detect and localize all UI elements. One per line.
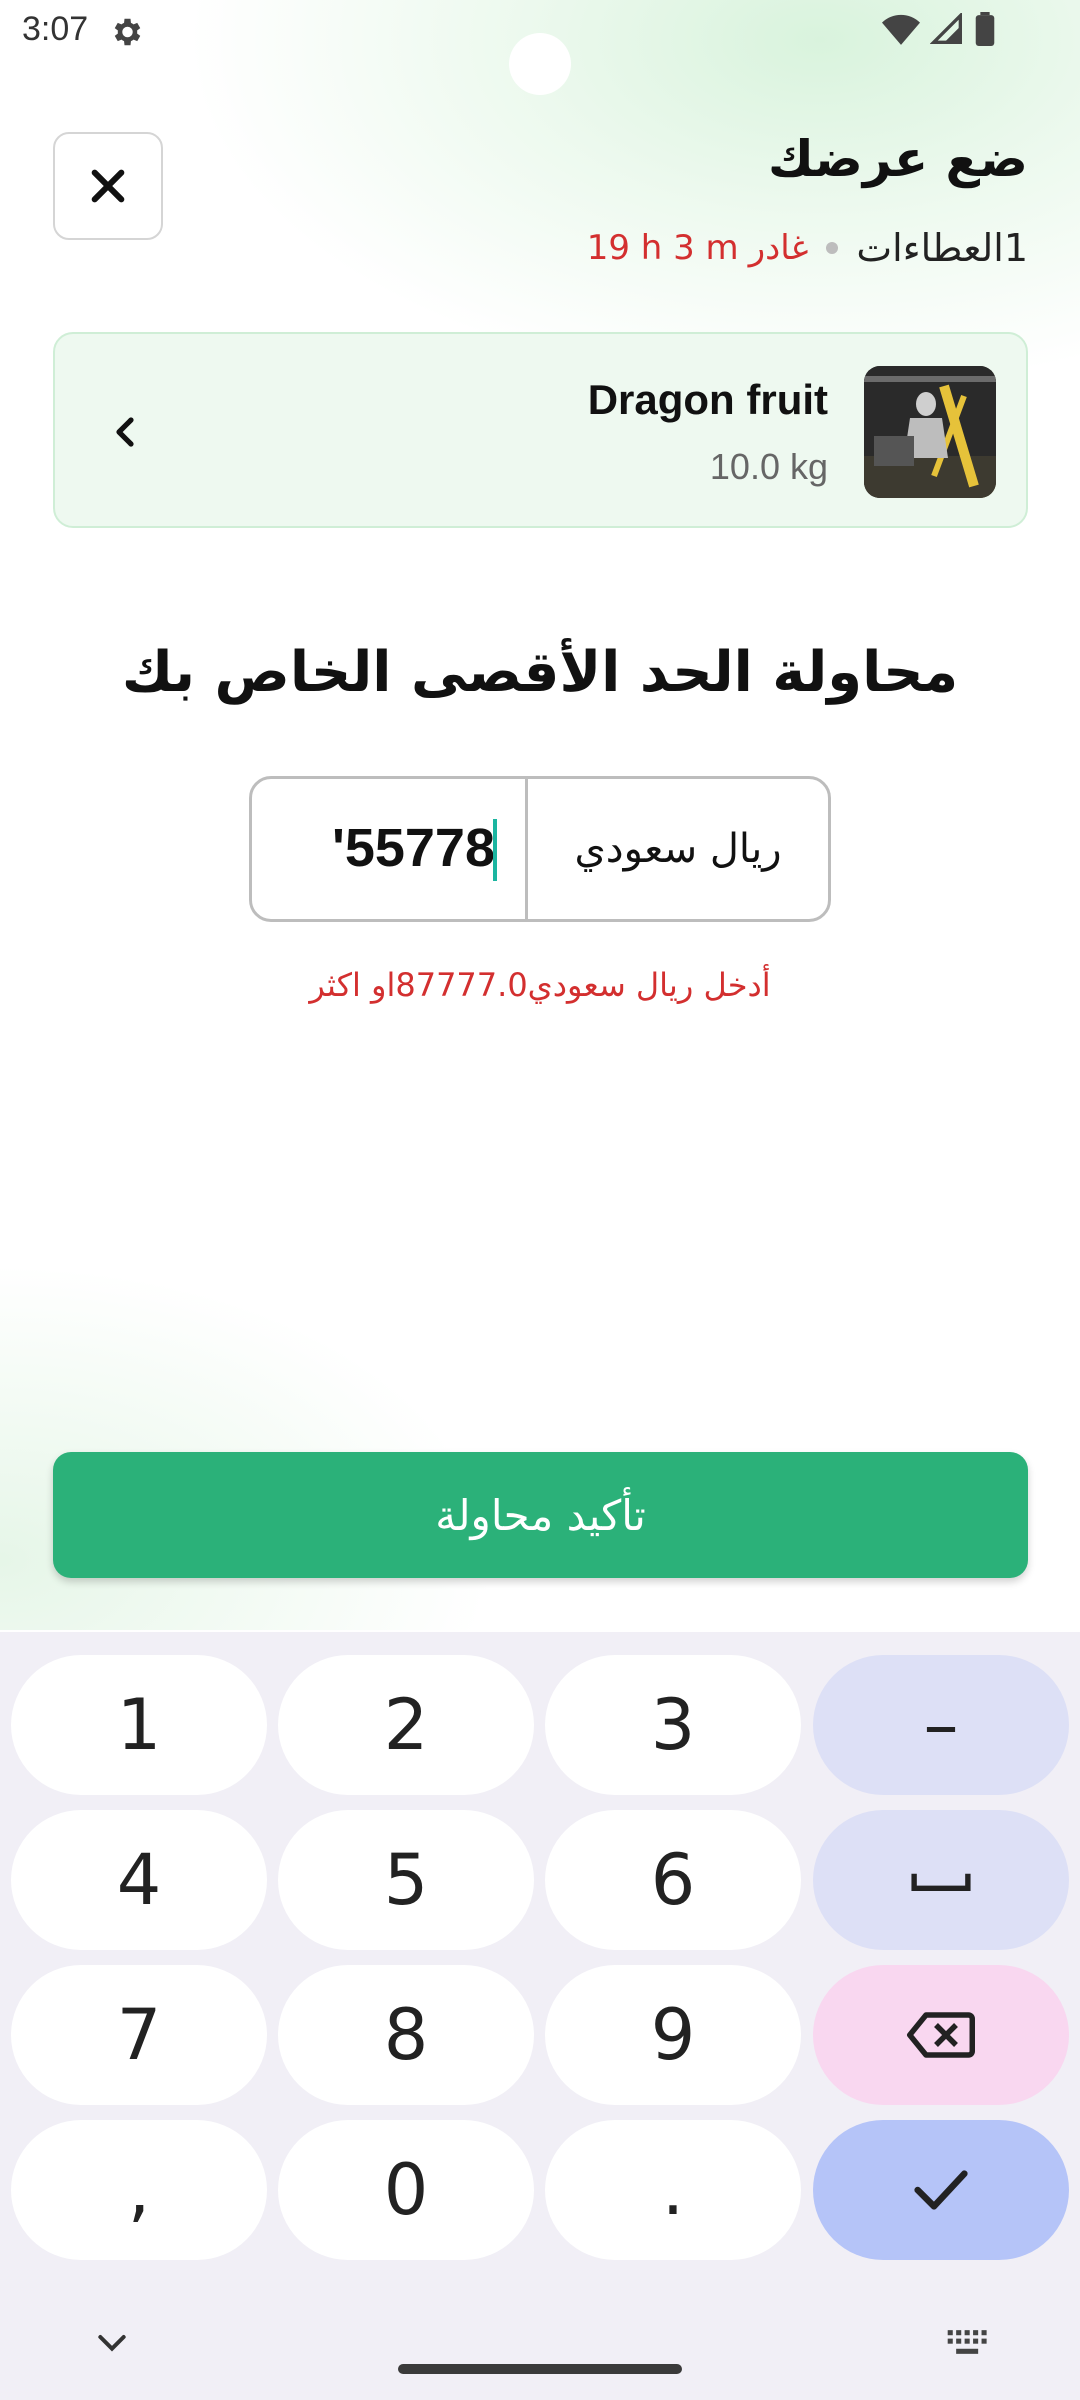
wifi-icon <box>882 14 920 45</box>
battery-icon <box>975 12 995 46</box>
confirm-bid-button[interactable]: تأكيد محاولة <box>53 1452 1028 1578</box>
key-done[interactable] <box>813 2120 1069 2260</box>
checkmark-icon <box>914 2170 968 2210</box>
product-card[interactable]: Dragon fruit 10.0 kg <box>53 332 1028 528</box>
bids-label: العطاءات <box>856 226 1004 270</box>
bids-count: 1 <box>1003 226 1028 270</box>
separator-dot <box>826 242 839 254</box>
key-period[interactable]: . <box>545 2120 801 2260</box>
camera-cutout <box>509 33 571 95</box>
key-5[interactable]: 5 <box>278 1810 534 1950</box>
bid-input-group: '55778 ريال سعودي <box>249 776 831 922</box>
chevron-down-icon[interactable] <box>92 2322 132 2362</box>
status-time: 3:07 <box>22 10 89 48</box>
text-caret <box>493 819 497 881</box>
status-bar: 3:07 <box>0 0 1080 95</box>
signal-icon <box>930 13 962 44</box>
chevron-left-icon[interactable] <box>95 402 155 462</box>
key-2[interactable]: 2 <box>278 1655 534 1795</box>
time-left-value: 19 h 3 m <box>586 228 739 268</box>
key-1[interactable]: 1 <box>11 1655 267 1795</box>
key-8[interactable]: 8 <box>278 1965 534 2105</box>
bid-heading: محاولة الحد الأقصى الخاص بك <box>121 640 959 705</box>
settings-gear-icon <box>114 18 141 46</box>
keyboard-icon[interactable] <box>946 2322 990 2362</box>
key-3[interactable]: 3 <box>545 1655 801 1795</box>
leaves-label: غادر <box>748 228 809 268</box>
bids-info: 1العطاءات <box>856 226 1028 270</box>
key-comma[interactable]: , <box>11 2120 267 2260</box>
time-left: غادر 19 h 3 m <box>587 228 809 268</box>
key-minus[interactable]: – <box>813 1655 1069 1795</box>
product-weight: 10.0 kg <box>709 446 828 487</box>
close-button[interactable] <box>53 132 163 240</box>
key-7[interactable]: 7 <box>11 1965 267 2105</box>
key-6[interactable]: 6 <box>545 1810 801 1950</box>
page-title: ضع عرضك <box>767 130 1028 188</box>
key-backspace[interactable] <box>813 1965 1069 2105</box>
backspace-icon <box>907 2012 975 2058</box>
home-indicator[interactable] <box>398 2364 682 2374</box>
close-icon <box>91 169 125 203</box>
currency-label: ريال سعودي <box>574 826 782 872</box>
numeric-keyboard: 1 2 3 – 4 5 6 7 8 9 , 0 . <box>0 1632 1080 2400</box>
product-image <box>864 366 996 498</box>
product-thumbnail <box>864 366 996 498</box>
key-9[interactable]: 9 <box>545 1965 801 2105</box>
space-icon <box>911 1873 971 1891</box>
bid-amount-value: '55778 <box>331 818 495 878</box>
bid-error-message: أدخل ريال سعودي87777.0او اكثر <box>309 966 771 1004</box>
auction-info-row: 1العطاءات غادر 19 h 3 m <box>587 226 1028 270</box>
key-4[interactable]: 4 <box>11 1810 267 1950</box>
key-0[interactable]: 0 <box>278 2120 534 2260</box>
key-space[interactable] <box>813 1810 1069 1950</box>
bid-amount-input[interactable]: '55778 <box>252 779 528 919</box>
product-name: Dragon fruit <box>587 376 828 423</box>
